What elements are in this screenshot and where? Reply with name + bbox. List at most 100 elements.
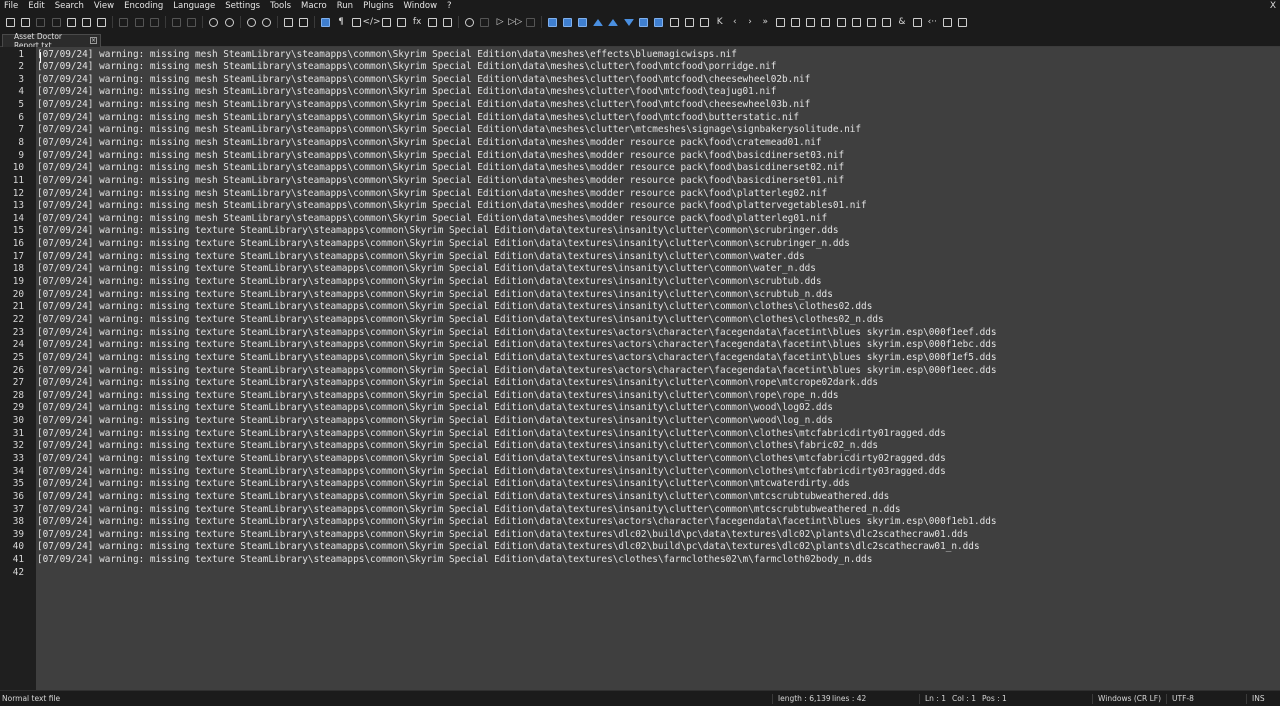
status-encoding[interactable]: UTF-8	[1172, 691, 1194, 706]
plugin-5-button[interactable]	[606, 15, 621, 29]
word-wrap-button[interactable]	[318, 15, 333, 29]
plugin-24-icon: &	[898, 16, 906, 27]
line-number: 19	[12, 276, 24, 288]
zoom-out-button[interactable]	[259, 15, 274, 29]
menu-view[interactable]: View	[89, 0, 119, 13]
plugin-2-button[interactable]	[560, 15, 575, 29]
plugin-23-button[interactable]	[879, 15, 894, 29]
line-text: [07/09/24] warning: missing mesh SteamLi…	[37, 111, 799, 123]
plugin-8-button[interactable]	[651, 15, 666, 29]
menu-settings[interactable]: Settings	[220, 0, 265, 13]
plugin-1-button[interactable]	[545, 15, 560, 29]
cut-button[interactable]	[116, 15, 131, 29]
undo-button[interactable]	[169, 15, 184, 29]
menu-window[interactable]: Window	[399, 0, 443, 13]
plugin-16-button[interactable]	[773, 15, 788, 29]
plugin-10-button[interactable]	[682, 15, 697, 29]
plugin-28-button[interactable]	[955, 15, 970, 29]
plugin-25-button[interactable]	[910, 15, 925, 29]
plugin-27-button[interactable]	[940, 15, 955, 29]
plugin-26-button[interactable]: ‹··	[925, 15, 940, 29]
menu-plugins[interactable]: Plugins	[358, 0, 398, 13]
line-number: 26	[12, 364, 24, 376]
status-insert-mode[interactable]: INS	[1252, 691, 1265, 706]
plugin-9-button[interactable]	[667, 15, 682, 29]
find-icon	[209, 17, 219, 27]
menu-edit[interactable]: Edit	[23, 0, 49, 13]
tab-asset-doctor-report[interactable]: Asset Doctor Report.txt ×	[2, 32, 101, 50]
plugin-10-icon	[684, 17, 694, 27]
plugin-12-button[interactable]: K	[712, 15, 727, 29]
print-icon	[97, 17, 107, 27]
document-list-button[interactable]	[394, 15, 409, 29]
save-button[interactable]	[33, 15, 48, 29]
folder-as-workspace-button[interactable]	[425, 15, 440, 29]
tab-close-icon[interactable]: ×	[90, 37, 97, 44]
document-map-button[interactable]	[379, 15, 394, 29]
sync-horizontal-button[interactable]	[296, 15, 311, 29]
close-all-button[interactable]	[79, 15, 94, 29]
line-text: [07/09/24] warning: missing texture Stea…	[37, 276, 822, 288]
plugin-3-button[interactable]	[575, 15, 590, 29]
playback-macro-button[interactable]: ▷	[492, 15, 507, 29]
plugin-20-button[interactable]	[834, 15, 849, 29]
menu-macro[interactable]: Macro	[296, 0, 332, 13]
save-all-button[interactable]	[49, 15, 64, 29]
plugin-28-icon	[958, 17, 968, 27]
line-text: [07/09/24] warning: missing texture Stea…	[37, 541, 980, 553]
stop-recording-icon	[480, 17, 490, 27]
plugin-24-button[interactable]: &	[894, 15, 909, 29]
replace-button[interactable]	[221, 15, 236, 29]
stop-recording-button[interactable]	[477, 15, 492, 29]
show-all-characters-button[interactable]: ¶	[334, 15, 349, 29]
editor-line: 22 [07/09/24] warning: missing texture St…	[0, 314, 1280, 327]
new-file-button[interactable]	[3, 15, 18, 29]
plugin-15-button[interactable]: »	[758, 15, 773, 29]
monitoring-button[interactable]	[440, 15, 455, 29]
status-eol[interactable]: Windows (CR LF)	[1098, 691, 1161, 706]
paste-button[interactable]	[147, 15, 162, 29]
run-macro-multiple-button[interactable]: ▷▷	[508, 15, 523, 29]
line-number: 23	[12, 326, 24, 338]
plugin-17-button[interactable]	[788, 15, 803, 29]
copy-button[interactable]	[132, 15, 147, 29]
plugin-13-button[interactable]: ‹	[727, 15, 742, 29]
plugin-11-button[interactable]	[697, 15, 712, 29]
status-lines: lines : 42	[832, 694, 867, 703]
run-macro-multiple-icon: ▷▷	[508, 16, 523, 27]
print-button[interactable]	[94, 15, 109, 29]
open-file-button[interactable]	[18, 15, 33, 29]
save-macro-button[interactable]	[523, 15, 538, 29]
menu-language[interactable]: Language	[168, 0, 220, 13]
redo-button[interactable]	[184, 15, 199, 29]
find-button[interactable]	[206, 15, 221, 29]
menu-encoding[interactable]: Encoding	[119, 0, 168, 13]
sync-vertical-button[interactable]	[281, 15, 296, 29]
menu-file[interactable]: File	[0, 0, 23, 13]
plugin-19-button[interactable]	[818, 15, 833, 29]
plugin-22-button[interactable]	[864, 15, 879, 29]
plugin-4-button[interactable]	[591, 15, 606, 29]
text-editor[interactable]: 1 [07/09/24] warning: missing mesh SteamL…	[0, 47, 1280, 690]
plugin-6-button[interactable]	[621, 15, 636, 29]
plugin-14-button[interactable]: ›	[742, 15, 757, 29]
menu-tools[interactable]: Tools	[265, 0, 296, 13]
menu-run[interactable]: Run	[332, 0, 358, 13]
line-number: 3	[18, 73, 24, 85]
toolbar-separator	[277, 16, 278, 28]
line-number: 14	[12, 212, 24, 224]
plugin-18-button[interactable]	[803, 15, 818, 29]
plugin-21-button[interactable]	[849, 15, 864, 29]
zoom-in-button[interactable]	[244, 15, 259, 29]
function-list-button[interactable]: fx	[410, 15, 425, 29]
plugin-1-icon	[548, 17, 558, 27]
close-button[interactable]	[64, 15, 79, 29]
user-defined-language-button[interactable]: </>	[362, 15, 380, 29]
menu-help[interactable]: ?	[442, 0, 457, 13]
record-macro-button[interactable]	[462, 15, 477, 29]
sync-horizontal-icon	[299, 17, 309, 27]
line-number: 27	[12, 377, 24, 389]
menu-search[interactable]: Search	[50, 0, 89, 13]
plugin-7-button[interactable]	[636, 15, 651, 29]
window-close-button[interactable]: X	[1270, 0, 1276, 13]
